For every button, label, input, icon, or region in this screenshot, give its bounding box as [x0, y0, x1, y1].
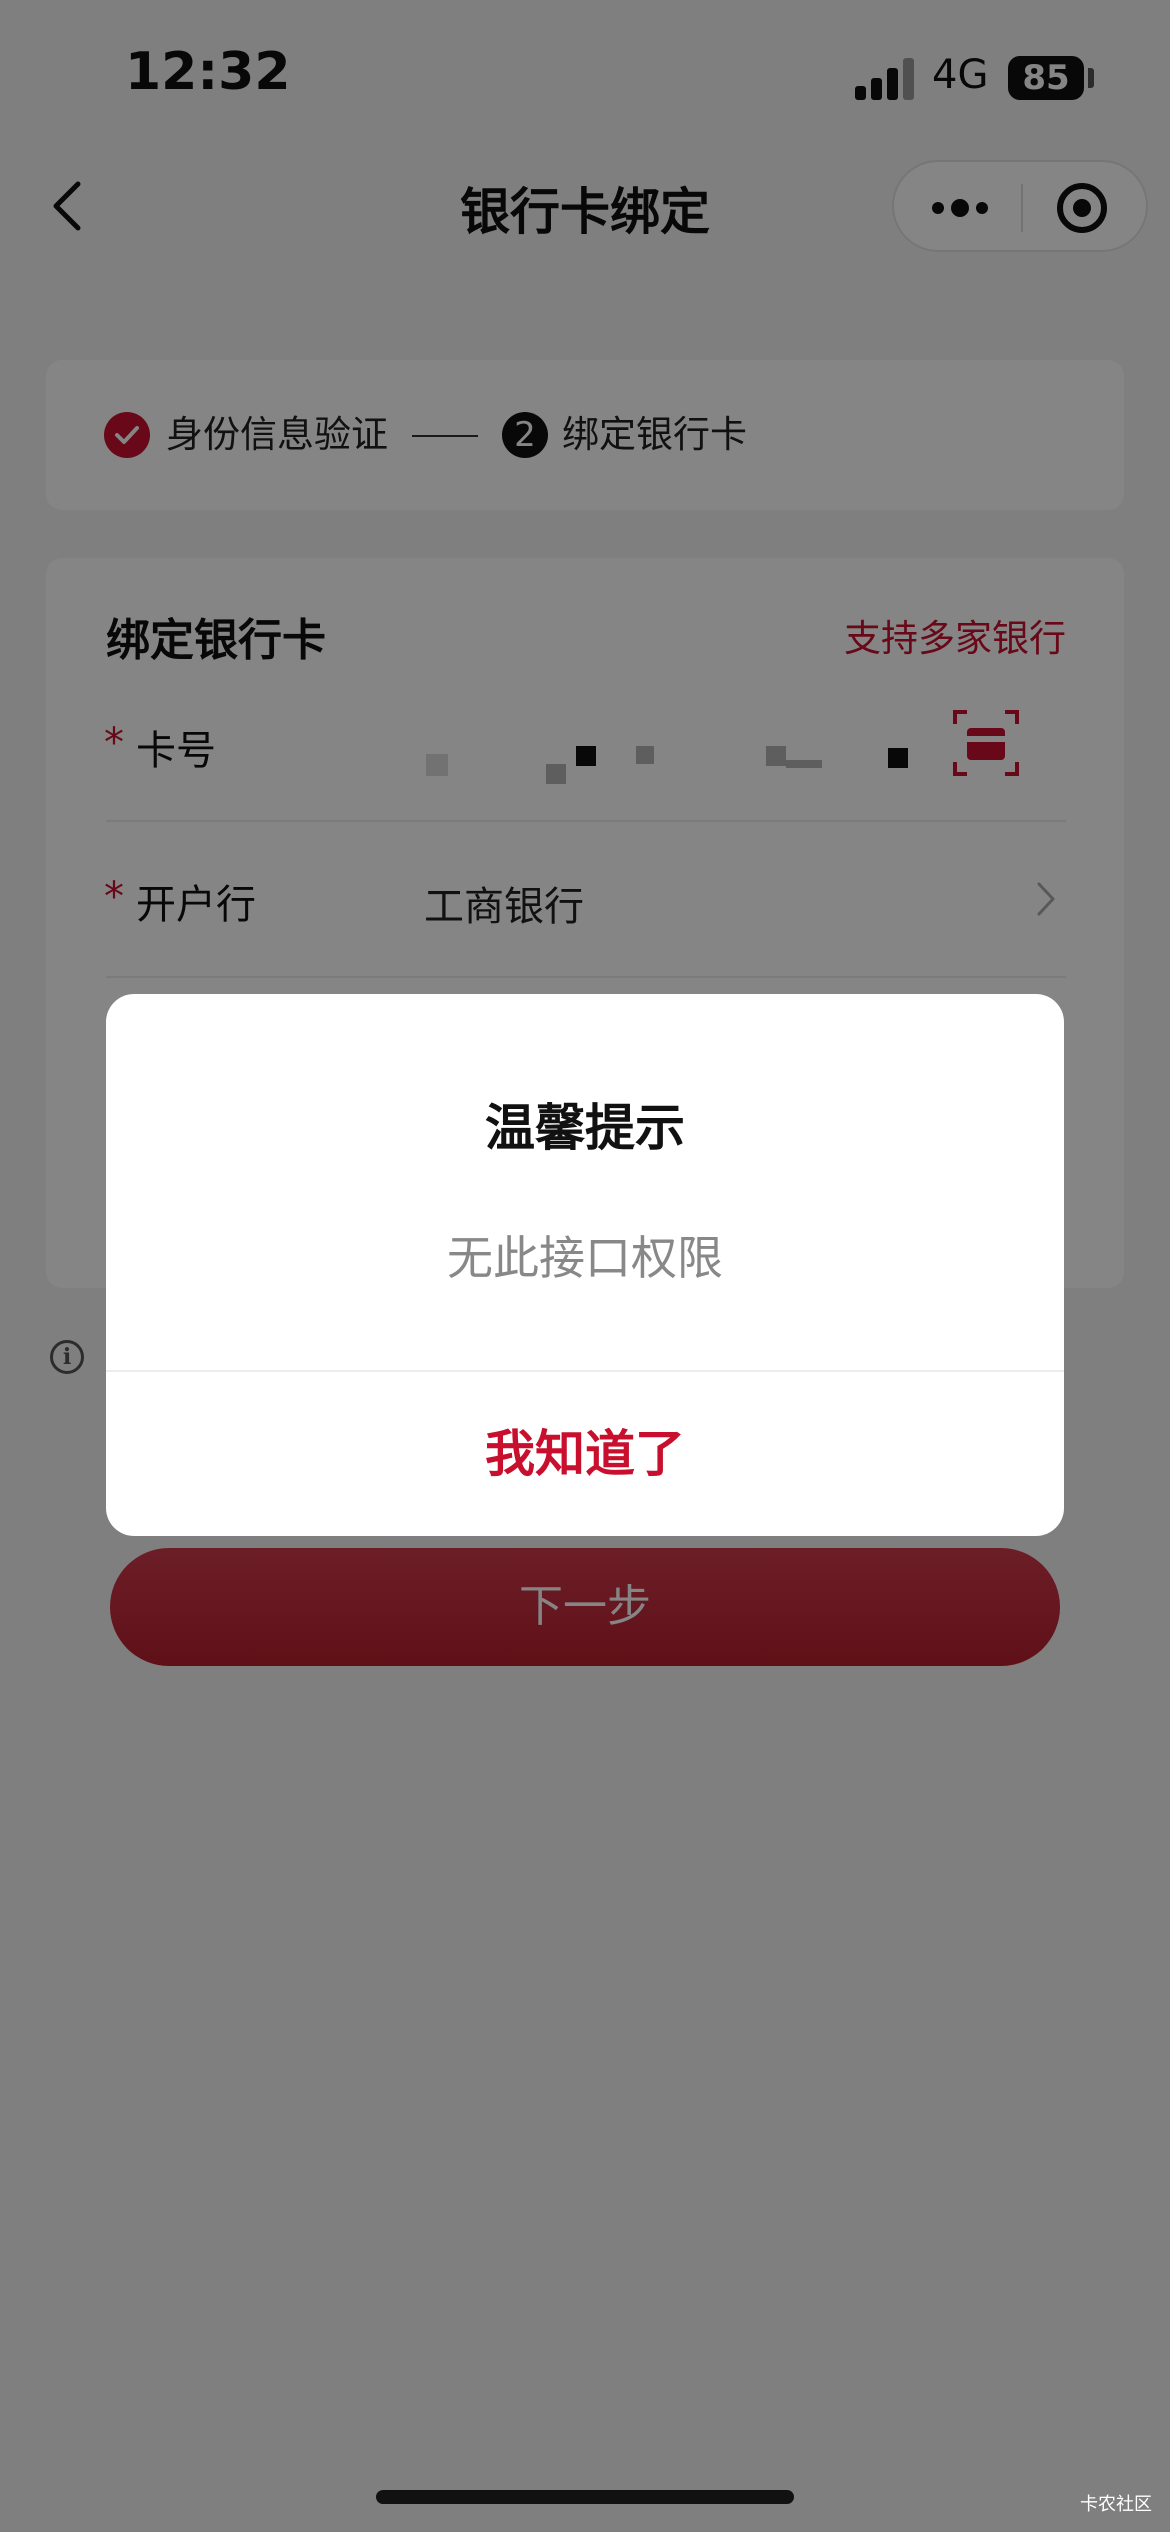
dialog-message: 无此接口权限	[447, 1231, 723, 1285]
screen: 12:32 4G 85 银行卡绑定 身份信息验证 2 绑定银行卡 绑定银行卡 支…	[0, 0, 1170, 2532]
watermark: 卡农社区	[1080, 2494, 1152, 2515]
alert-dialog: 温馨提示 无此接口权限 我知道了	[106, 994, 1064, 1536]
dialog-title: 温馨提示	[485, 1099, 685, 1157]
home-indicator[interactable]	[376, 2490, 794, 2504]
dialog-confirm-button[interactable]: 我知道了	[106, 1372, 1064, 1536]
